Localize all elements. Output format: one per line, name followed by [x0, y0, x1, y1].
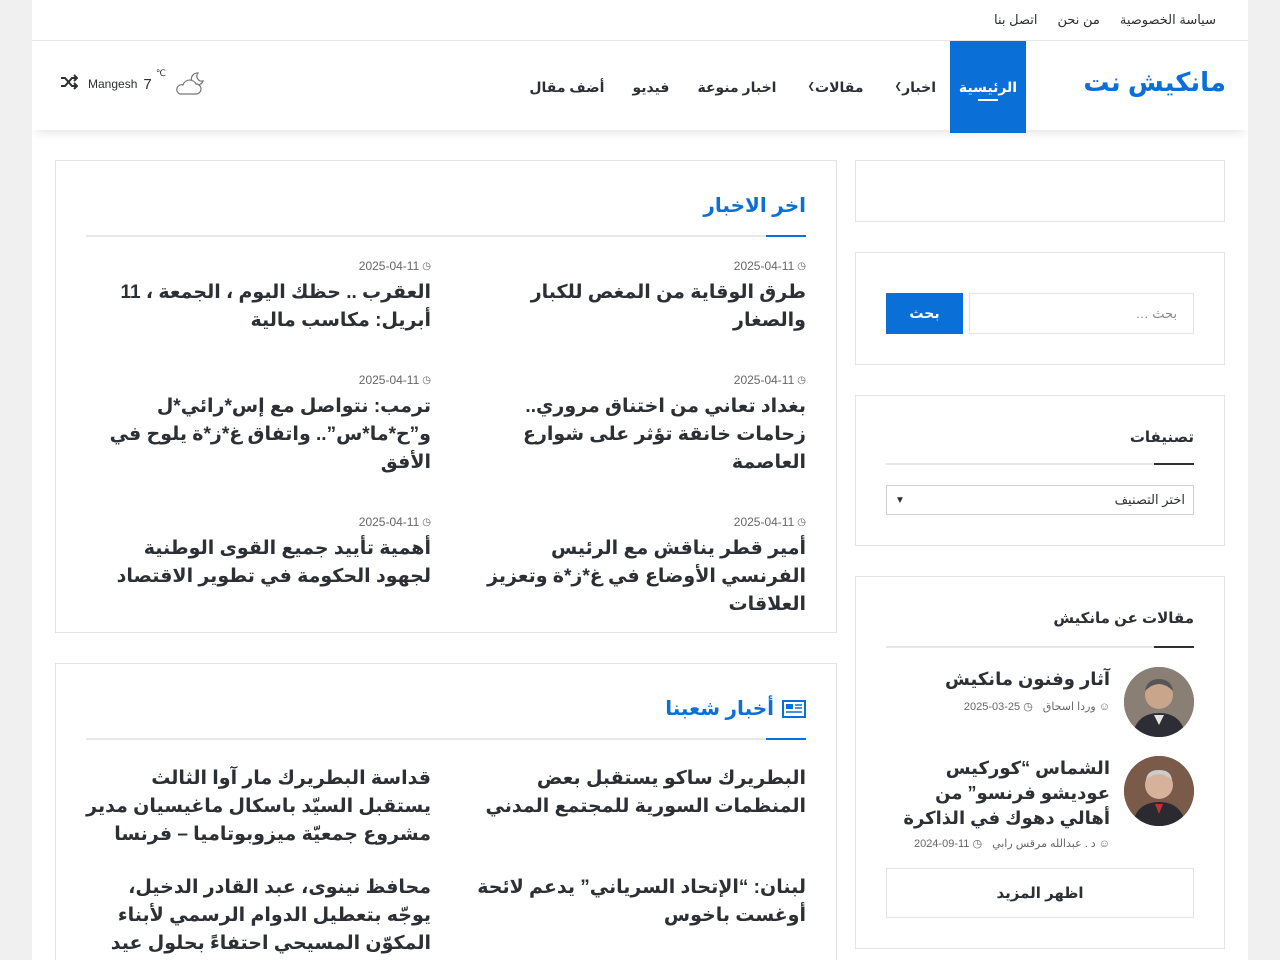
site-logo[interactable]: مانكيش نت [1083, 67, 1226, 98]
post-title[interactable]: طرق الوقاية من المغص للكبار والصغار [461, 279, 806, 335]
list-item[interactable]: ◷ 2025-04-11 بغداد تعاني من اختناق مروري.… [461, 373, 806, 477]
section-divider [86, 738, 806, 740]
nav-add-article[interactable]: أضف مقال [515, 41, 618, 133]
show-more-button[interactable]: اظهر المزيد [886, 868, 1194, 918]
article-meta: ☺ د . عبدالله مرقس رابي ◷ 2024-09-11 [914, 837, 1110, 850]
cloud-moon-icon [176, 72, 204, 95]
section-title: اخر الاخبار [703, 195, 806, 217]
nav-news[interactable]: اخبار ❯ [878, 41, 950, 133]
search-input[interactable]: بحث … [969, 293, 1194, 334]
clock-icon: ◷ [422, 374, 431, 386]
top-bar: سياسة الخصوصية من نحن اتصل بنا [32, 0, 1248, 41]
chevron-down-icon: ❯ [807, 80, 816, 91]
page: سياسة الخصوصية من نحن اتصل بنا مانكيش نت… [32, 0, 1248, 960]
section-divider [86, 235, 806, 237]
avatar[interactable] [1124, 756, 1194, 826]
clock-icon: ◷ [797, 516, 806, 528]
list-item[interactable]: ◷ 2025-04-11 العقرب .. حظك اليوم ، الجمعة… [86, 259, 431, 335]
article-item[interactable]: آثار وفنون مانكيش ☺ وردا اسحاق ◷ 2025-03… [886, 667, 1194, 739]
newspaper-icon [782, 699, 806, 718]
article-meta: ☺ وردا اسحاق ◷ 2025-03-25 [964, 700, 1110, 713]
list-item[interactable]: لبنان: “الإتحاد السرياني” يدعم لائحة أوغ… [461, 868, 806, 930]
clock-icon: ◷ [797, 260, 806, 272]
article-title[interactable]: آثار وفنون مانكيش [886, 667, 1110, 692]
chevron-down-icon: ❯ [894, 80, 903, 91]
search-button[interactable]: بحث [886, 293, 963, 334]
article-title[interactable]: الشماس “كوركيس عوديشو فرنسو” من أهالي ده… [886, 756, 1110, 831]
person-photo-icon [1124, 667, 1194, 737]
article-item[interactable]: الشماس “كوركيس عوديشو فرنسو” من أهالي ده… [886, 756, 1194, 856]
post-title[interactable]: بغداد تعاني من اختناق مروري.. زحامات خان… [461, 393, 806, 477]
category-select[interactable]: اختر التصنيف ▼ [886, 485, 1194, 515]
user-icon: ☺ [1098, 701, 1110, 713]
article-author: ☺ وردا اسحاق [1042, 701, 1110, 713]
weather-city: Mangesh [88, 77, 138, 91]
post-date: ◷ 2025-04-11 [358, 373, 431, 387]
article-author: ☺ د . عبدالله مرقس رابي [992, 838, 1110, 850]
sidebar-categories-widget: تصنيفات اختر التصنيف ▼ [855, 395, 1225, 546]
chevron-down-icon: ▼ [895, 494, 905, 506]
shuffle-icon[interactable] [60, 73, 78, 91]
nav-misc-news[interactable]: اخبار منوعة [683, 41, 790, 133]
clock-icon: ◷ [422, 260, 431, 272]
post-date: ◷ 2025-04-11 [358, 259, 431, 273]
list-item[interactable]: البطريرك ساكو يستقبل بعض المنظمات السوري… [461, 759, 806, 821]
post-date: ◷ 2025-04-11 [733, 515, 806, 529]
sidebar-search-widget: بحث … بحث [855, 252, 1225, 365]
post-title[interactable]: قداسة البطريرك مار آوا الثالث يستقبل الس… [86, 765, 431, 849]
category-select-value: اختر التصنيف [1114, 492, 1185, 507]
widget-title: تصنيفات [1129, 429, 1194, 446]
list-item[interactable]: ◷ 2025-04-11 أهمية تأييد جميع القوى الوطن… [86, 515, 431, 591]
post-title[interactable]: محافظ نينوى، عبد القادر الدخيل، يوجّه بت… [86, 874, 431, 960]
article-date: ◷ 2024-09-11 [913, 838, 983, 850]
list-item[interactable]: قداسة البطريرك مار آوا الثالث يستقبل الس… [86, 759, 431, 849]
clock-icon: ◷ [972, 838, 983, 850]
list-item[interactable]: ◷ 2025-04-11 ترمب: نتواصل مع إس*رائي*ل و”… [86, 373, 431, 477]
top-nav-about[interactable]: من نحن [1057, 12, 1099, 28]
section-title: أخبار شعبنا [665, 696, 806, 721]
user-icon: ☺ [1098, 838, 1110, 850]
post-date: ◷ 2025-04-11 [733, 259, 806, 273]
list-item[interactable]: ◷ 2025-04-11 أمير قطر يناقش مع الرئيس الف… [461, 515, 806, 619]
latest-news-section: اخر الاخبار ◷ 2025-04-11 طرق الوقاية من ا… [55, 160, 837, 633]
nav-video[interactable]: فيديو [618, 41, 683, 133]
sidebar-empty-widget [855, 160, 1225, 222]
post-date: ◷ 2025-04-11 [358, 515, 431, 529]
post-date: ◷ 2025-04-11 [733, 373, 806, 387]
list-item[interactable]: ◷ 2025-04-11 طرق الوقاية من المغص للكبار … [461, 259, 806, 335]
nav-articles[interactable]: مقالات ❯ [790, 41, 877, 133]
nav-home[interactable]: الرئيسية [950, 41, 1026, 133]
clock-icon: ◷ [1023, 701, 1033, 713]
post-title[interactable]: ترمب: نتواصل مع إس*رائي*ل و”ح*ما*س”.. وا… [86, 393, 431, 477]
widget-title: مقالات عن مانكيش [1053, 610, 1194, 627]
post-title[interactable]: أمير قطر يناقش مع الرئيس الفرنسي الأوضاع… [461, 535, 806, 619]
top-nav-contact[interactable]: اتصل بنا [994, 12, 1037, 28]
article-date: ◷ 2025-03-25 [963, 701, 1033, 713]
widget-divider [886, 463, 1194, 465]
top-nav-privacy[interactable]: سياسة الخصوصية [1120, 12, 1216, 28]
post-title[interactable]: أهمية تأييد جميع القوى الوطنية لجهود الح… [86, 535, 431, 591]
top-nav: سياسة الخصوصية من نحن اتصل بنا [994, 0, 1216, 40]
weather-widget: 7 ℃ Mangesh [88, 67, 206, 97]
site-header: مانكيش نت الرئيسية اخبار ❯ مقالات ❯ اخبار … [32, 41, 1248, 133]
clock-icon: ◷ [422, 516, 431, 528]
post-title[interactable]: العقرب .. حظك اليوم ، الجمعة ، 11 أبريل:… [86, 279, 431, 335]
person-photo-icon [1124, 756, 1194, 826]
post-title[interactable]: لبنان: “الإتحاد السرياني” يدعم لائحة أوغ… [461, 874, 806, 930]
sidebar-articles-widget: مقالات عن مانكيش آثار وفنون مانكيش ☺ ورد… [855, 576, 1225, 949]
post-title[interactable]: البطريرك ساكو يستقبل بعض المنظمات السوري… [461, 765, 806, 821]
list-item[interactable]: محافظ نينوى، عبد القادر الدخيل، يوجّه بت… [86, 868, 431, 960]
people-news-section: أخبار شعبنا البطريرك ساكو يستقبل بعض الم… [55, 663, 837, 960]
avatar[interactable] [1124, 667, 1194, 737]
clock-icon: ◷ [797, 374, 806, 386]
weather-temp: 7 ℃ [143, 67, 166, 93]
main-nav: الرئيسية اخبار ❯ مقالات ❯ اخبار منوعة فيدي… [515, 41, 1026, 133]
widget-divider [886, 646, 1194, 648]
